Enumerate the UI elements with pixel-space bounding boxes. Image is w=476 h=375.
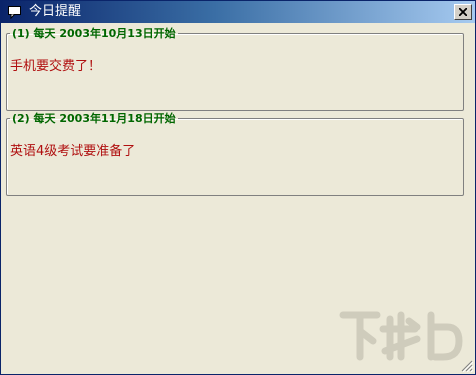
close-button[interactable] [454,4,472,20]
reminder-header: (1) 每天 2003年10月13日开始 [12,27,176,40]
reminder-message[interactable]: 手机要交费了！ [10,55,101,74]
window-title: 今日提醒 [29,4,82,19]
close-icon [459,8,467,16]
reminder-header: (2) 每天 2003年11月18日开始 [12,112,176,125]
title-bar[interactable]: 今日提醒 [1,1,475,23]
resize-grip-icon[interactable] [461,360,473,372]
speech-bubble-icon [8,6,21,20]
reminder-group-2: (2) 每天 2003年11月18日开始 英语4级考试要准备了 [6,110,464,196]
reminder-window: 今日提醒 (1) 每天 2003年10月13日开始 手机要交费了！ (2) 每天… [0,0,476,375]
watermark-logo [339,311,463,361]
reminder-group-1: (1) 每天 2003年10月13日开始 手机要交费了！ [6,25,464,111]
reminder-message[interactable]: 英语4级考试要准备了 [10,140,135,159]
